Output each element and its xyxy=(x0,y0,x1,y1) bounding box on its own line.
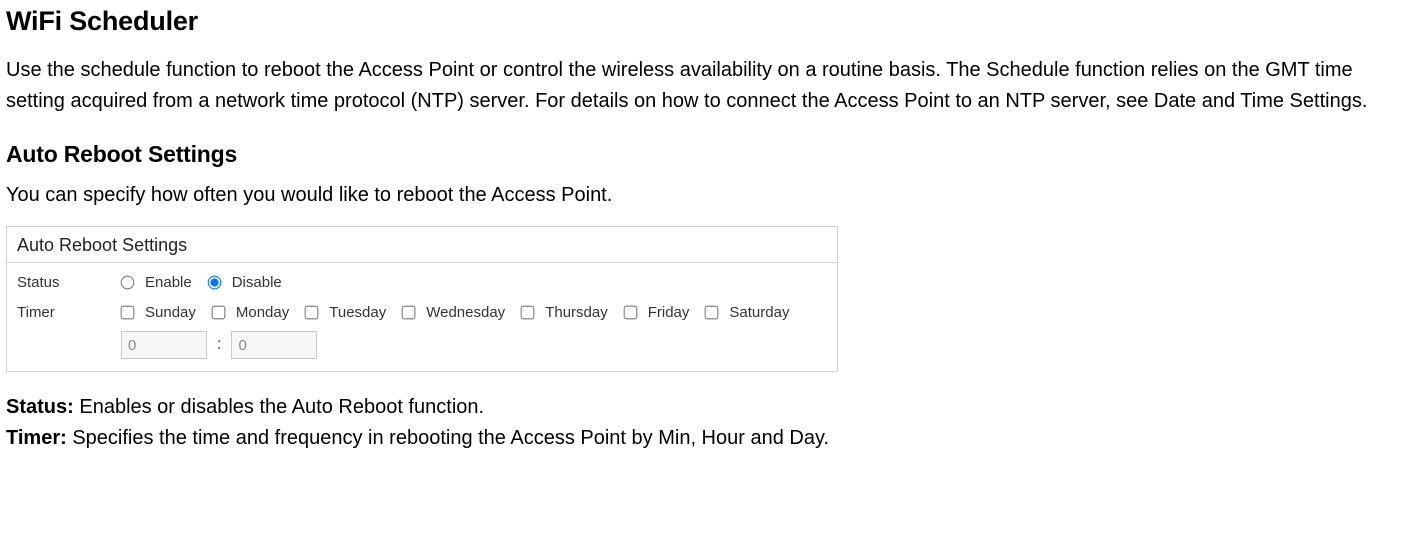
timer-label: Timer xyxy=(17,304,121,321)
day-thursday-checkbox[interactable] xyxy=(521,305,535,319)
status-def-text: Enables or disables the Auto Reboot func… xyxy=(74,396,484,418)
day-thursday-label: Thursday xyxy=(545,304,608,321)
status-row: Status Enable Disable xyxy=(17,267,827,297)
timer-minute-input[interactable] xyxy=(231,331,317,359)
timer-hour-input[interactable] xyxy=(121,331,207,359)
day-tuesday-label: Tuesday xyxy=(329,304,386,321)
status-enable-label: Enable xyxy=(145,274,192,291)
status-label: Status xyxy=(17,274,121,291)
section-heading: Auto Reboot Settings xyxy=(6,141,1405,168)
status-def-label: Status: xyxy=(6,396,74,418)
day-friday-label: Friday xyxy=(648,304,690,321)
day-monday-label: Monday xyxy=(236,304,289,321)
day-sunday-checkbox[interactable] xyxy=(121,305,135,319)
timer-row: Timer Sunday Monday Tuesday Wednesday Th… xyxy=(17,297,827,327)
definitions: Status: Enables or disables the Auto Reb… xyxy=(6,392,1405,454)
day-saturday-checkbox[interactable] xyxy=(705,305,719,319)
status-disable-label: Disable xyxy=(232,274,282,291)
timer-def-label: Timer: xyxy=(6,427,67,449)
day-sunday-label: Sunday xyxy=(145,304,196,321)
auto-reboot-panel: Auto Reboot Settings Status Enable Disab… xyxy=(6,226,838,372)
timer-time-row: : xyxy=(17,331,827,359)
timer-days: Sunday Monday Tuesday Wednesday Thursday… xyxy=(121,304,805,321)
page-title: WiFi Scheduler xyxy=(6,6,1405,37)
day-wednesday-checkbox[interactable] xyxy=(402,305,416,319)
section-intro: You can specify how often you would like… xyxy=(6,180,1405,210)
day-tuesday-checkbox[interactable] xyxy=(305,305,319,319)
day-monday-checkbox[interactable] xyxy=(212,305,226,319)
timer-def-text: Specifies the time and frequency in rebo… xyxy=(67,427,829,449)
status-definition: Status: Enables or disables the Auto Reb… xyxy=(6,392,1405,423)
intro-paragraph: Use the schedule function to reboot the … xyxy=(6,55,1405,117)
day-friday-checkbox[interactable] xyxy=(623,305,637,319)
time-separator: : xyxy=(217,336,221,354)
day-wednesday-label: Wednesday xyxy=(426,304,505,321)
status-enable-radio[interactable] xyxy=(121,275,135,289)
panel-title: Auto Reboot Settings xyxy=(17,235,827,256)
timer-definition: Timer: Specifies the time and frequency … xyxy=(6,423,1405,454)
day-saturday-label: Saturday xyxy=(729,304,789,321)
panel-divider xyxy=(7,262,837,263)
status-disable-radio[interactable] xyxy=(207,275,221,289)
